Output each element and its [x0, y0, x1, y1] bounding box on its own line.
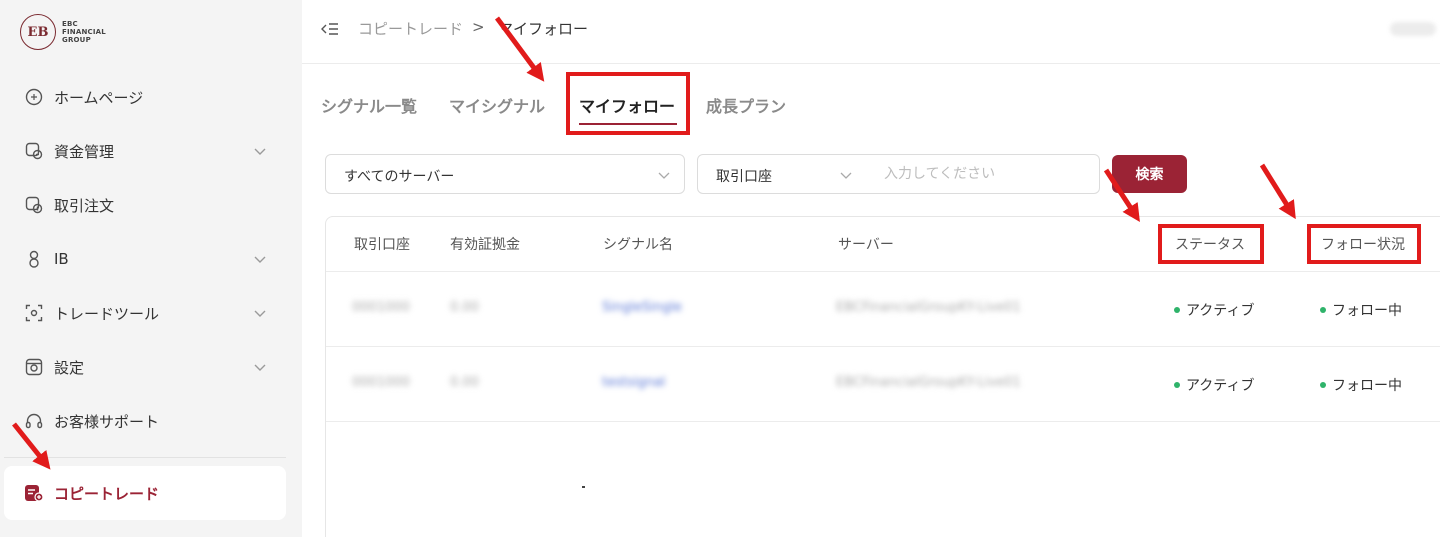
- equity-cell: 0.00: [450, 375, 479, 390]
- column-header-equity: 有効証拠金: [450, 237, 520, 253]
- sidebar-item-label: トレードツール: [54, 304, 160, 323]
- account-select-value: 取引口座: [716, 169, 772, 185]
- chevron-down-icon[interactable]: [252, 305, 268, 321]
- follow-text: フォロー中: [1332, 378, 1402, 394]
- status-dot: [1174, 307, 1180, 313]
- logo-line-1: EBC: [62, 20, 78, 28]
- column-header-server: サーバー: [838, 237, 894, 253]
- chevron-down-icon: [838, 167, 854, 183]
- status-text: アクティブ: [1186, 303, 1255, 319]
- sidebar-divider: [4, 457, 286, 458]
- copy-trade-icon: [24, 483, 44, 503]
- annotation-box-status: [1158, 224, 1264, 264]
- table-row[interactable]: 0001000 0.00 testsignal EBCFinancialGrou…: [326, 347, 1440, 422]
- server-select-value: すべてのサーバー: [344, 169, 455, 185]
- account-select[interactable]: 取引口座: [697, 154, 867, 194]
- sidebar-item-home[interactable]: ホームページ: [0, 70, 302, 124]
- sidebar-item-funds[interactable]: 資金管理: [0, 124, 302, 178]
- follow-status: フォロー中: [1320, 375, 1402, 395]
- chevron-down-icon[interactable]: [252, 359, 268, 375]
- server-select[interactable]: すべてのサーバー: [325, 154, 685, 194]
- settings-icon: [24, 357, 44, 377]
- sidebar-item-label: ホームページ: [54, 88, 144, 107]
- sidebar-item-label: 資金管理: [54, 142, 115, 161]
- collapse-menu-icon[interactable]: [320, 19, 340, 39]
- order-icon: [24, 195, 44, 215]
- chevron-down-icon[interactable]: [252, 143, 268, 159]
- sidebar-item-ib[interactable]: IB: [0, 232, 302, 286]
- follow-table: 取引口座 有効証拠金 シグナル名 サーバー ステータス フォロー状況 00010…: [325, 216, 1440, 537]
- column-header-signal: シグナル名: [603, 237, 673, 253]
- sidebar-item-settings[interactable]: 設定: [0, 340, 302, 394]
- tool-icon: [24, 303, 44, 323]
- annotation-box-my-follow: [566, 72, 690, 135]
- funds-icon: [24, 141, 44, 161]
- sidebar: EB EBC FINANCIAL GROUP ホームページ 資金管理 取引注文: [0, 0, 302, 537]
- chevron-down-icon: [656, 167, 672, 183]
- search-input[interactable]: [866, 154, 1100, 194]
- equity-cell: 0.00: [450, 300, 479, 315]
- status-badge: アクティブ: [1174, 375, 1254, 395]
- sidebar-item-label: 設定: [54, 358, 85, 377]
- breadcrumb-separator: >: [472, 18, 485, 36]
- table-row[interactable]: 0001000 0.00 SingleSingle EBCFinancialGr…: [326, 272, 1440, 347]
- home-icon: [24, 87, 44, 107]
- headset-icon: [24, 411, 44, 431]
- follow-text: フォロー中: [1332, 303, 1402, 319]
- sidebar-item-label: コピートレード: [54, 484, 160, 503]
- tab-my-signal[interactable]: マイシグナル: [449, 93, 545, 117]
- ib-icon: [24, 249, 44, 269]
- top-header: コピートレード > マイフォロー: [302, 0, 1440, 64]
- account-cell: 0001000: [352, 300, 410, 315]
- annotation-box-follow: [1307, 224, 1421, 264]
- status-badge: アクティブ: [1174, 300, 1254, 320]
- sidebar-item-support[interactable]: お客様サポート: [0, 394, 302, 448]
- arrow-to-follow: [1259, 163, 1296, 220]
- logo-line-3: GROUP: [62, 36, 91, 44]
- sidebar-item-orders[interactable]: 取引注文: [0, 178, 302, 232]
- logo-line-2: FINANCIAL: [62, 28, 106, 36]
- signal-link[interactable]: SingleSingle: [602, 300, 682, 315]
- user-menu[interactable]: [1390, 22, 1436, 36]
- column-header-account: 取引口座: [354, 237, 410, 253]
- logo-text: EBC FINANCIAL GROUP: [62, 20, 106, 44]
- sidebar-item-label: お客様サポート: [54, 412, 160, 431]
- stray-mark: [582, 486, 585, 488]
- status-dot: [1174, 382, 1180, 388]
- sidebar-item-label: IB: [54, 250, 69, 268]
- status-text: アクティブ: [1186, 378, 1255, 394]
- breadcrumb-parent[interactable]: コピートレード: [358, 18, 463, 39]
- tab-signal-list[interactable]: シグナル一覧: [321, 93, 417, 117]
- search-button[interactable]: 検索: [1112, 155, 1187, 193]
- logo-mark: EB: [20, 14, 56, 50]
- sidebar-item-label: 取引注文: [54, 196, 115, 215]
- chevron-down-icon[interactable]: [252, 251, 268, 267]
- server-cell: EBCFinancialGroupKY-Live01: [836, 300, 1021, 315]
- tab-growth-plan[interactable]: 成長プラン: [706, 93, 786, 117]
- follow-status: フォロー中: [1320, 300, 1402, 320]
- follow-dot: [1320, 382, 1326, 388]
- sidebar-item-trade-tools[interactable]: トレードツール: [0, 286, 302, 340]
- server-cell: EBCFinancialGroupKY-Live01: [836, 375, 1021, 390]
- account-cell: 0001000: [352, 375, 410, 390]
- signal-link[interactable]: testsignal: [602, 375, 665, 390]
- sidebar-item-copy-trade[interactable]: コピートレード: [4, 466, 286, 520]
- brand-logo[interactable]: EB EBC FINANCIAL GROUP: [20, 14, 106, 50]
- breadcrumb-current: マイフォロー: [498, 20, 589, 38]
- follow-dot: [1320, 307, 1326, 313]
